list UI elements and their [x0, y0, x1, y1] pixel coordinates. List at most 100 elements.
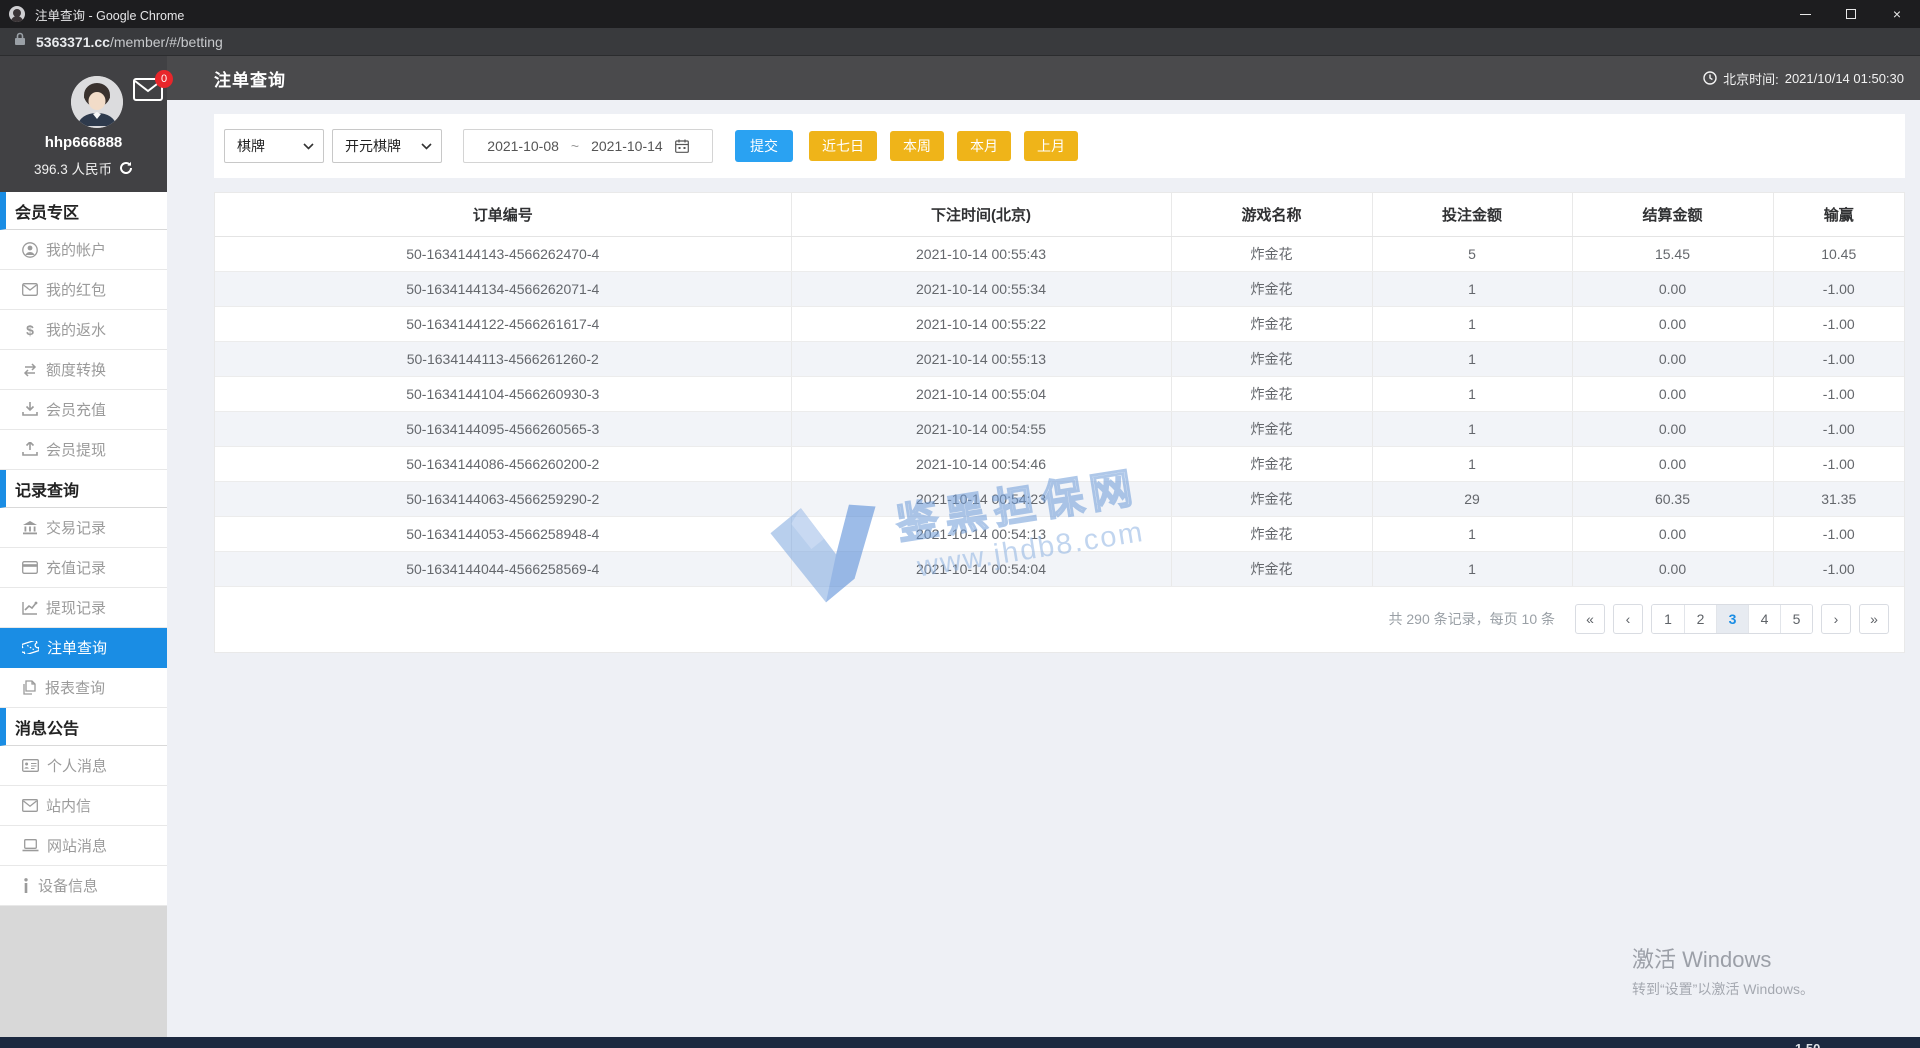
chevron-down-icon — [303, 142, 314, 150]
table-row: 50-1634144134-4566262071-4 2021-10-14 00:… — [215, 271, 1904, 307]
page-2-button[interactable]: 2 — [1684, 605, 1716, 633]
browser-urlbar[interactable]: 5363371.cc/member/#/betting — [0, 28, 1920, 56]
sidebar-item-label: 会员提现 — [46, 442, 107, 459]
sidebar-menu: 会员专区 我的帐户 我的红包 $ 我的返水 额度转换 会员充值 会员提现 记录查… — [0, 192, 167, 906]
sidebar-item-withdraw[interactable]: 会员提现 — [0, 430, 167, 470]
sidebar-item-red-packet[interactable]: 我的红包 — [0, 270, 167, 310]
chevron-down-icon — [421, 142, 432, 150]
report-icon — [23, 680, 36, 695]
sidebar-item-report-query[interactable]: 报表查询 — [0, 668, 167, 708]
section-messages: 消息公告 — [0, 708, 167, 746]
submit-button[interactable]: 提交 — [735, 130, 793, 162]
table-cell: 5 — [1372, 236, 1573, 272]
envelope-icon — [22, 799, 38, 812]
window-title: 注单查询 - Google Chrome — [35, 8, 185, 23]
url-domain: 5363371.cc — [36, 33, 110, 50]
col-game-name: 游戏名称 — [1171, 193, 1373, 237]
page: 注单查询 - Google Chrome × 5363371.cc/member… — [0, 0, 1920, 1048]
table-cell: -1.00 — [1773, 341, 1904, 377]
sidebar-item-transactions[interactable]: 交易记录 — [0, 508, 167, 548]
card-icon — [22, 561, 38, 574]
sidebar-item-label: 充值记录 — [46, 560, 107, 577]
last-month-button[interactable]: 上月 — [1024, 131, 1078, 161]
prev-page-button[interactable]: ‹ — [1613, 604, 1643, 634]
platform-select[interactable]: 开元棋牌 — [332, 129, 442, 163]
sidebar-item-recharge-records[interactable]: 充值记录 — [0, 548, 167, 588]
sidebar-item-bet-query[interactable]: 注单查询 — [0, 628, 167, 668]
table-cell: -1.00 — [1773, 446, 1904, 482]
table-cell: -1.00 — [1773, 411, 1904, 447]
table-cell: -1.00 — [1773, 271, 1904, 307]
avatar[interactable] — [71, 76, 123, 128]
sidebar-item-label: 交易记录 — [46, 520, 107, 537]
col-bet-amount: 投注金额 — [1372, 193, 1573, 237]
game-type-value: 棋牌 — [237, 138, 265, 154]
sidebar-item-site-mail[interactable]: 站内信 — [0, 786, 167, 826]
first-page-button[interactable]: « — [1575, 604, 1605, 634]
bet-table: 订单编号 下注时间(北京) 游戏名称 投注金额 结算金额 输赢 50-16341… — [215, 193, 1904, 587]
windows-activation: 激活 Windows 转到“设置”以激活 Windows。 — [1632, 942, 1814, 999]
table-cell: 1 — [1372, 376, 1573, 412]
table-cell: 1 — [1372, 446, 1573, 482]
lock-icon — [14, 32, 26, 51]
sidebar-item-transfer[interactable]: 额度转换 — [0, 350, 167, 390]
close-button[interactable]: × — [1874, 0, 1920, 28]
this-month-button[interactable]: 本月 — [957, 131, 1011, 161]
sidebar-item-withdraw-records[interactable]: 提现记录 — [0, 588, 167, 628]
sidebar-item-rebate[interactable]: $ 我的返水 — [0, 310, 167, 350]
refresh-icon[interactable] — [119, 161, 133, 175]
date-from: 2021-10-08 — [487, 138, 559, 154]
game-type-select[interactable]: 棋牌 — [224, 129, 324, 163]
table-cell: 炸金花 — [1171, 446, 1373, 482]
page-3-button[interactable]: 3 — [1716, 605, 1748, 633]
table-cell: -1.00 — [1773, 516, 1904, 552]
last-page-button[interactable]: » — [1859, 604, 1889, 634]
section-member-zone: 会员专区 — [0, 192, 167, 230]
page-1-button[interactable]: 1 — [1652, 605, 1684, 633]
filter-bar: 棋牌 开元棋牌 2021-10-08 ~ 2021-10-14 提交 近七日 本… — [214, 114, 1905, 178]
rebate-icon: $ — [26, 322, 34, 338]
table-cell: 2021-10-14 00:54:55 — [791, 411, 1172, 447]
pagination: 共 290 条记录，每页 10 条 « ‹ 1 2 3 4 5 › » — [215, 586, 1904, 652]
sidebar-item-label: 我的帐户 — [46, 242, 107, 259]
table-row: 50-1634144122-4566261617-4 2021-10-14 00:… — [215, 306, 1904, 342]
sidebar-item-label: 网站消息 — [47, 838, 108, 855]
table-cell: 0.00 — [1572, 376, 1774, 412]
sidebar-item-label: 提现记录 — [46, 600, 107, 617]
date-to: 2021-10-14 — [591, 138, 663, 154]
sidebar-item-device-info[interactable]: 设备信息 — [0, 866, 167, 906]
sidebar-item-site-messages[interactable]: 网站消息 — [0, 826, 167, 866]
sidebar-item-my-account[interactable]: 我的帐户 — [0, 230, 167, 270]
url-text[interactable]: 5363371.cc/member/#/betting — [36, 34, 223, 50]
this-week-button[interactable]: 本周 — [890, 131, 944, 161]
col-win-lose: 输赢 — [1773, 193, 1904, 237]
transfer-icon — [23, 362, 37, 377]
user-icon — [22, 241, 38, 258]
table-cell: 1 — [1372, 411, 1573, 447]
page-title: 注单查询 — [214, 70, 286, 90]
date-separator: ~ — [570, 138, 580, 154]
sidebar-item-personal-messages[interactable]: 个人消息 — [0, 746, 167, 786]
sidebar-item-label: 报表查询 — [45, 680, 106, 697]
maximize-icon — [1846, 9, 1856, 19]
sidebar-item-deposit[interactable]: 会员充值 — [0, 390, 167, 430]
maximize-button[interactable] — [1828, 0, 1874, 28]
table-row: 50-1634144143-4566262470-4 2021-10-14 00:… — [215, 236, 1904, 272]
activation-subtitle: 转到“设置”以激活 Windows。 — [1632, 981, 1815, 997]
minimize-button[interactable] — [1782, 0, 1828, 28]
table-cell: 1 — [1372, 306, 1573, 342]
mail-button[interactable]: 0 — [133, 70, 173, 106]
next-page-button[interactable]: › — [1821, 604, 1851, 634]
section-records: 记录查询 — [0, 470, 167, 508]
sidebar-item-label: 额度转换 — [46, 362, 107, 379]
date-range-input[interactable]: 2021-10-08 ~ 2021-10-14 — [463, 129, 713, 163]
table-cell: 0.00 — [1572, 306, 1774, 342]
table-row: 50-1634144113-4566261260-2 2021-10-14 00:… — [215, 341, 1904, 377]
table-cell: 0.00 — [1572, 516, 1774, 552]
table-cell: 50-1634144053-4566258948-4 — [215, 516, 792, 552]
balance-value: 396.3 人民币 — [33, 162, 113, 177]
page-5-button[interactable]: 5 — [1780, 605, 1812, 633]
table-row: 50-1634144104-4566260930-3 2021-10-14 00:… — [215, 376, 1904, 412]
last-7-days-button[interactable]: 近七日 — [809, 131, 877, 161]
page-4-button[interactable]: 4 — [1748, 605, 1780, 633]
